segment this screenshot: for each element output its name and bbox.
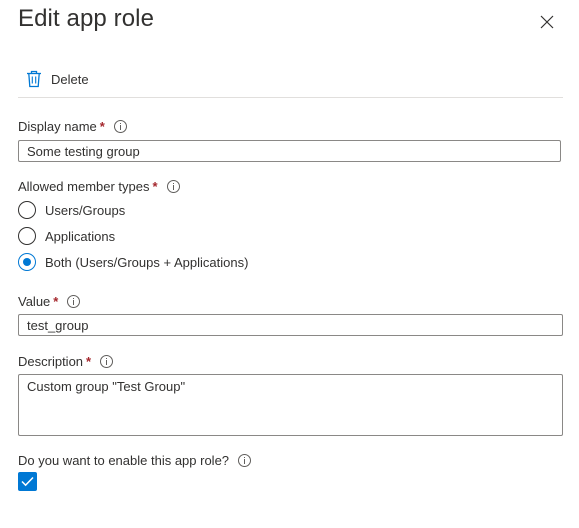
description-label-text: Description <box>18 354 84 369</box>
panel-title: Edit app role <box>18 5 155 32</box>
radio-label: Users/Groups <box>45 202 126 218</box>
required-marker: * <box>152 179 158 194</box>
member-types-label-text: Allowed member types <box>18 179 150 194</box>
radio-label: Applications <box>45 228 116 244</box>
info-icon[interactable] <box>113 120 127 133</box>
radio-button[interactable] <box>18 227 36 245</box>
delete-label: Delete <box>51 71 89 87</box>
radio-applications[interactable]: Applications <box>18 227 115 245</box>
enable-label-text: Do you want to enable this app role? <box>18 453 230 468</box>
member-types-label: Allowed member types * <box>18 179 180 194</box>
close-icon <box>540 15 554 29</box>
display-name-label-text: Display name <box>18 119 97 134</box>
enable-label: Do you want to enable this app role? <box>18 453 252 468</box>
value-input[interactable] <box>18 314 563 336</box>
radio-both[interactable]: Both (Users/Groups + Applications) <box>18 253 248 271</box>
enable-checkbox[interactable] <box>18 472 37 491</box>
required-marker: * <box>86 354 92 369</box>
info-icon[interactable] <box>166 180 180 193</box>
delete-button[interactable]: Delete <box>26 68 89 90</box>
info-icon[interactable] <box>238 454 252 467</box>
display-name-input[interactable] <box>18 140 561 162</box>
info-icon[interactable] <box>67 295 81 308</box>
close-button[interactable] <box>535 10 559 34</box>
required-marker: * <box>99 119 105 134</box>
display-name-label: Display name * <box>18 119 127 134</box>
radio-button[interactable] <box>18 201 36 219</box>
description-label: Description * <box>18 354 114 369</box>
checkmark-icon <box>21 476 34 487</box>
command-bar: Delete <box>18 62 563 98</box>
radio-label: Both (Users/Groups + Applications) <box>45 254 249 270</box>
info-icon[interactable] <box>100 355 114 368</box>
trash-icon <box>27 70 41 88</box>
description-textarea[interactable]: Custom group "Test Group" <box>18 374 563 436</box>
required-marker: * <box>53 294 59 309</box>
value-label: Value * <box>18 294 81 309</box>
radio-button-selected[interactable] <box>18 253 36 271</box>
radio-users-groups[interactable]: Users/Groups <box>18 201 125 219</box>
value-label-text: Value <box>18 294 51 309</box>
